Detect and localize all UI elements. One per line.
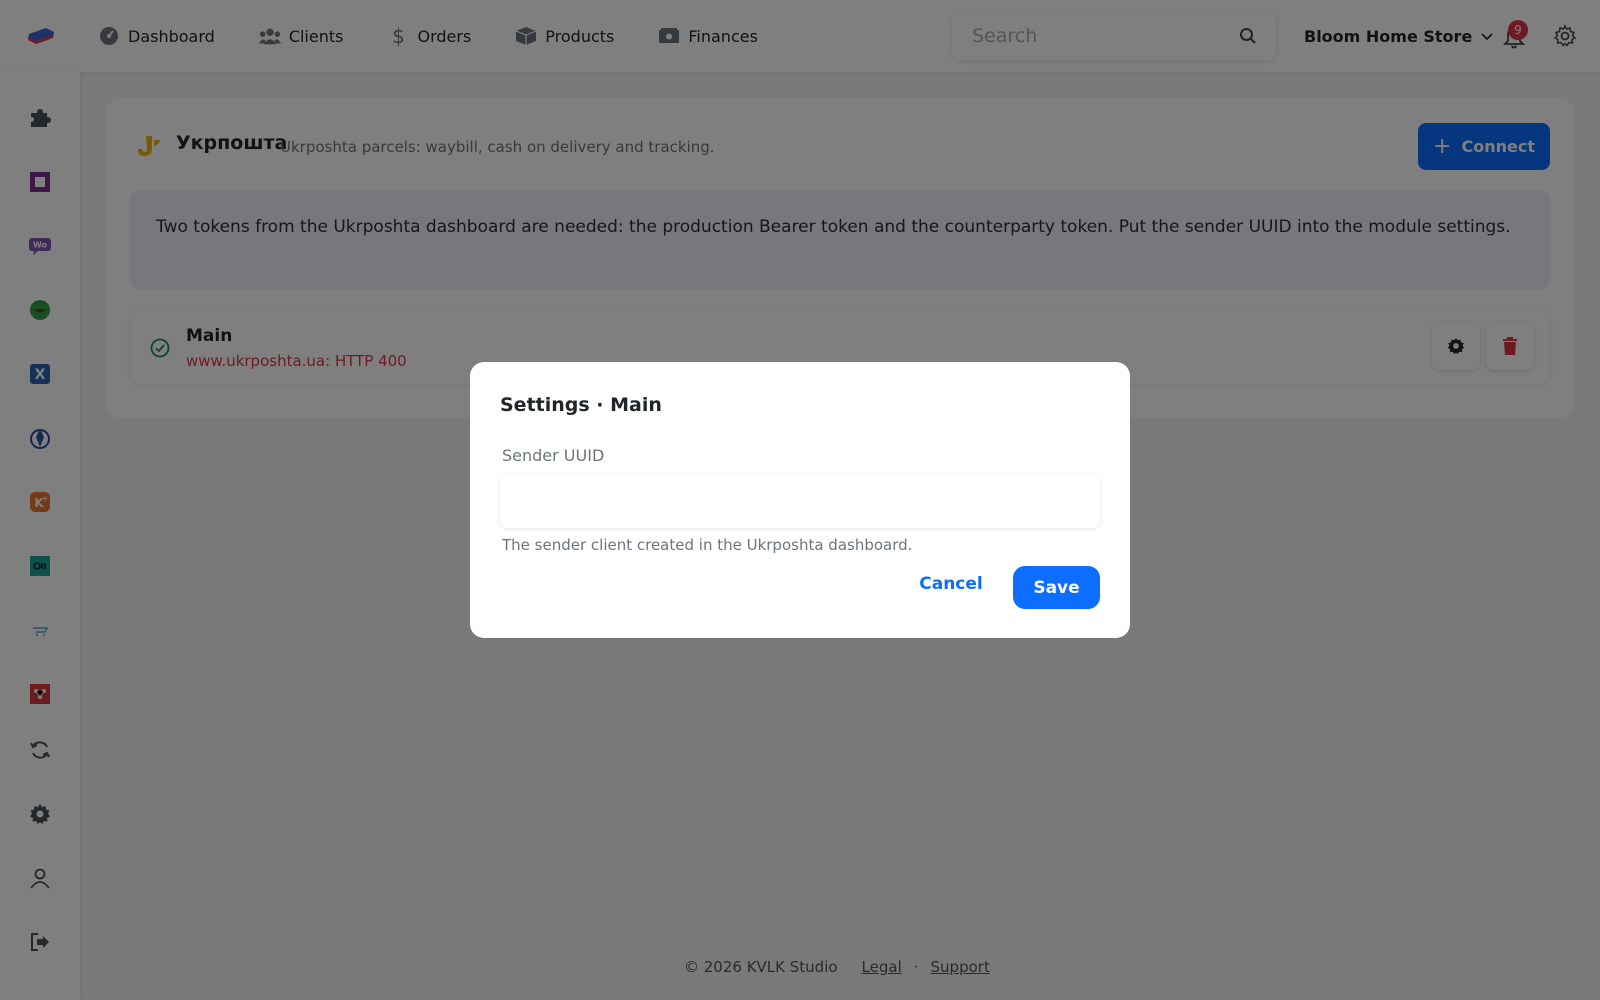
save-button[interactable]: Save [1013, 566, 1100, 609]
sender-uuid-label: Sender UUID [502, 446, 605, 465]
sender-uuid-input[interactable] [500, 474, 1100, 528]
modal-title: Settings · Main [500, 394, 662, 416]
cancel-button[interactable]: Cancel [916, 566, 986, 602]
settings-modal: Settings · Main Sender UUID The sender c… [470, 362, 1130, 638]
sender-uuid-hint: The sender client created in the Ukrposh… [502, 536, 913, 554]
